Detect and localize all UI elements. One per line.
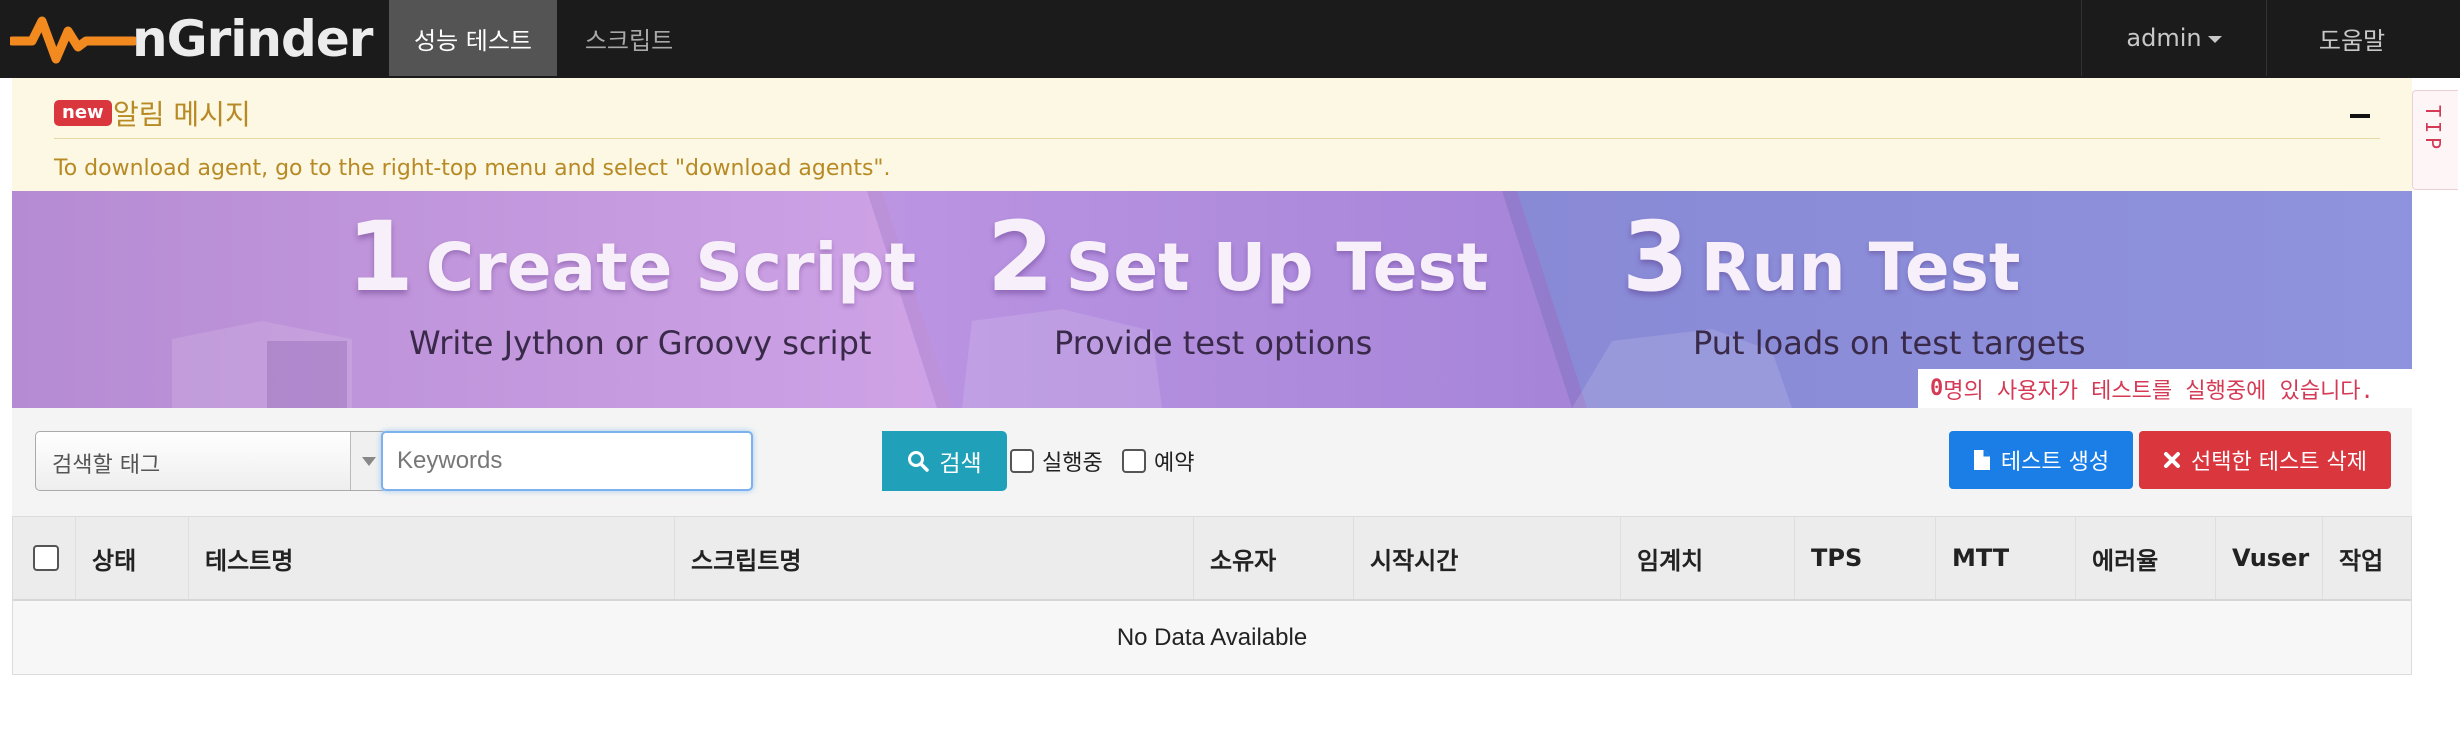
- column-threshold[interactable]: 임계치: [1621, 517, 1795, 599]
- collapse-minus-icon[interactable]: [2350, 114, 2374, 126]
- column-start-time[interactable]: 시작시간: [1354, 517, 1621, 599]
- step-subtitle: Put loads on test targets: [1693, 324, 2086, 362]
- tag-filter-placeholder: 검색할 태그: [52, 453, 161, 478]
- step-number: 2: [987, 201, 1054, 313]
- search-button-label: 검색: [939, 451, 982, 477]
- column-error-rate[interactable]: 에러율: [2076, 517, 2216, 599]
- column-header-label: 에러율: [2092, 546, 2159, 575]
- column-header-label: 소유자: [1210, 546, 1277, 575]
- help-menu[interactable]: 도움말: [2267, 0, 2437, 76]
- column-owner[interactable]: 소유자: [1194, 517, 1354, 599]
- delete-selected-tests-label: 선택한 테스트 삭제: [2191, 450, 2367, 475]
- nav-script[interactable]: 스크립트: [557, 0, 701, 76]
- column-tps[interactable]: TPS: [1795, 517, 1936, 599]
- step-title: Run Test: [1700, 229, 2021, 306]
- test-list-table: 상태 테스트명 스크립트명 소유자 시작시간 임계치 TPS MTT 에러율 V…: [12, 516, 2412, 675]
- column-header-label: 테스트명: [205, 546, 294, 575]
- filter-scheduled-label: 예약: [1154, 451, 1195, 476]
- running-users-count: 0: [1930, 376, 1944, 401]
- user-menu-label: admin: [2126, 24, 2202, 52]
- alert-divider: [54, 138, 2380, 139]
- empty-table-message: No Data Available: [1116, 623, 1308, 651]
- close-icon: [2164, 452, 2181, 468]
- step-subtitle: Write Jython or Groovy script: [409, 324, 872, 362]
- workflow-banner: 1 Create Script Write Jython or Groovy s…: [12, 191, 2412, 408]
- tip-tab[interactable]: TIP: [2412, 90, 2458, 190]
- new-badge: new: [54, 100, 112, 126]
- step-number: 3: [1622, 201, 1689, 313]
- column-header-label: Vuser: [2232, 544, 2310, 572]
- select-all-cell: [13, 517, 76, 599]
- file-icon: [1973, 450, 1990, 470]
- running-users-notice: 0 명의 사용자가 테스트를 실행중에 있습니다.: [1918, 369, 2412, 408]
- step-title: Create Script: [425, 229, 916, 306]
- column-header-label: 임계치: [1637, 546, 1704, 575]
- column-header-label: 시작시간: [1370, 546, 1459, 575]
- caret-down-icon: [2207, 35, 2222, 43]
- brand-name: nGrinder: [132, 10, 373, 68]
- nav-performance-test-label: 성능 테스트: [413, 26, 533, 55]
- column-header-label: TPS: [1811, 544, 1863, 572]
- filter-scheduled-checkbox[interactable]: [1122, 449, 1146, 473]
- column-status[interactable]: 상태: [76, 517, 189, 599]
- top-navbar: nGrinder 성능 테스트 스크립트 admin 도움말: [0, 0, 2460, 78]
- table-header: 상태 테스트명 스크립트명 소유자 시작시간 임계치 TPS MTT 에러율 V…: [13, 517, 2411, 601]
- step-run-test: 3 Run Test: [1622, 201, 2020, 313]
- create-test-label: 테스트 생성: [2000, 450, 2110, 475]
- column-header-label: 작업: [2339, 546, 2384, 575]
- step-number: 1: [347, 201, 414, 313]
- filter-running-label: 실행중: [1042, 451, 1103, 476]
- column-header-label: MTT: [1952, 544, 2010, 572]
- running-users-text: 명의 사용자가 테스트를 실행중에 있습니다.: [1943, 378, 2374, 404]
- step-title: Set Up Test: [1065, 229, 1489, 306]
- delete-selected-tests-button[interactable]: 선택한 테스트 삭제: [2139, 431, 2391, 489]
- filter-running[interactable]: 실행중: [1010, 445, 1103, 477]
- test-list-toolbar: 검색할 태그 검색 실행중 예약 테스트 생성 선택한 테스트 삭제: [12, 408, 2412, 516]
- create-test-button[interactable]: 테스트 생성: [1949, 431, 2133, 489]
- heartbeat-logo-icon: [10, 16, 136, 64]
- user-menu-dropdown[interactable]: admin: [2082, 0, 2266, 76]
- table-empty-row: No Data Available: [13, 601, 2411, 674]
- alert-title: 알림 메시지: [113, 98, 251, 131]
- select-all-checkbox[interactable]: [33, 545, 59, 571]
- column-actions: 작업: [2323, 517, 2411, 599]
- search-button[interactable]: 검색: [882, 431, 1007, 491]
- column-test-name[interactable]: 테스트명: [189, 517, 675, 599]
- nav-performance-test[interactable]: 성능 테스트: [389, 0, 557, 76]
- column-script-name[interactable]: 스크립트명: [675, 517, 1194, 599]
- column-vuser[interactable]: Vuser: [2216, 517, 2323, 599]
- tip-tab-label: TIP: [2421, 105, 2445, 154]
- column-header-label: 상태: [92, 546, 137, 575]
- tag-filter-select[interactable]: 검색할 태그: [35, 431, 387, 491]
- step-subtitle: Provide test options: [1054, 324, 1373, 362]
- nav-script-label: 스크립트: [584, 26, 674, 55]
- column-header-label: 스크립트명: [691, 546, 802, 575]
- step-create-script: 1 Create Script: [347, 201, 916, 313]
- step-setup-test: 2 Set Up Test: [987, 201, 1488, 313]
- alert-message: To download agent, go to the right-top m…: [54, 156, 891, 181]
- column-mtt[interactable]: MTT: [1936, 517, 2076, 599]
- search-icon: [908, 451, 930, 472]
- ngrinder-logo[interactable]: nGrinder: [10, 8, 373, 70]
- filter-scheduled[interactable]: 예약: [1122, 445, 1194, 477]
- notice-alert: new 알림 메시지 To download agent, go to the …: [12, 78, 2412, 191]
- filter-running-checkbox[interactable]: [1010, 449, 1034, 473]
- help-menu-label: 도움말: [2318, 26, 2386, 55]
- keyword-search-input[interactable]: [381, 431, 753, 491]
